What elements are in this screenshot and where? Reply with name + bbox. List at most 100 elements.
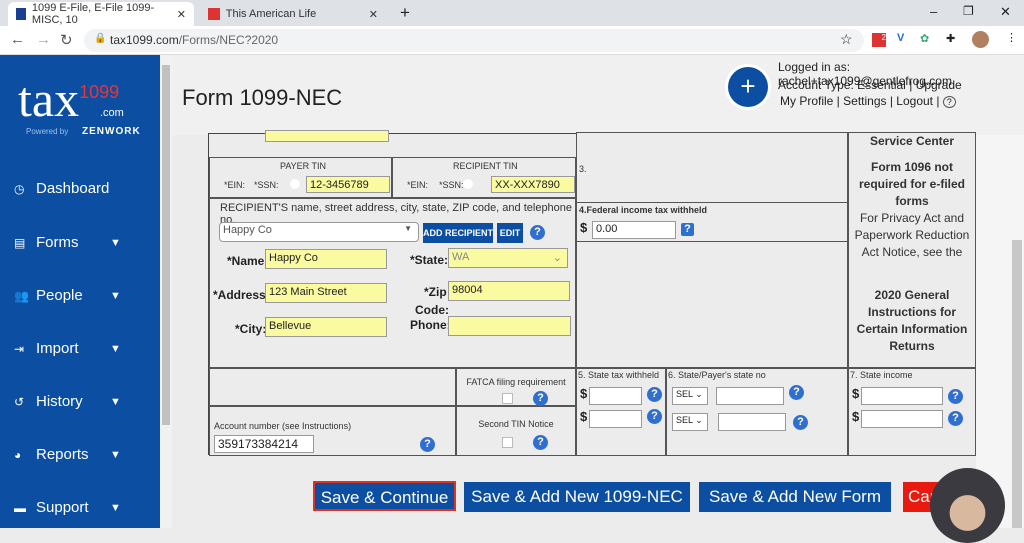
sidebar-item-support[interactable]: ▬ Support ▼ [14,499,144,516]
box-6-cell: 6. State/Payer's state no SEL ⌄ ? SEL ⌄ … [666,368,848,456]
tab-this-american-life[interactable]: This American Life ✕ [200,2,386,26]
recipient-select[interactable]: Happy Co ▼ [219,222,419,242]
menu-icon[interactable]: ⋮ [1006,31,1017,44]
import-icon: ⇥ [14,341,25,356]
reload-icon[interactable]: ↻ [60,31,73,49]
account-type-row: Account Type: Essential | Upgrade [778,78,962,92]
minimize-icon[interactable]: – [930,4,937,19]
state-tax-input-2[interactable] [589,410,642,428]
people-icon: 👥 [14,288,29,303]
help-icon[interactable]: ? [533,435,548,450]
forward-icon[interactable]: → [36,31,51,48]
fatca-cell: FATCA filing requirement ? [456,368,576,406]
chevron-down-icon: ▼ [110,448,121,461]
tab-tax1099[interactable]: 1099 E-File, E-File 1099-MISC, 10 ✕ [8,2,194,26]
close-window-icon[interactable]: ✕ [1000,4,1011,20]
fatca-checkbox[interactable] [502,393,513,404]
state-no-input-2[interactable] [718,413,786,431]
federal-tax-input[interactable]: 0.00 [592,221,676,239]
ssn-radio[interactable] [463,179,473,189]
state-select-1[interactable]: SEL ⌄ [672,387,708,405]
help-icon[interactable]: ? [793,415,808,430]
chevron-down-icon: ▼ [110,501,121,514]
help-icon[interactable]: ? [530,225,545,240]
help-icon[interactable]: ? [942,96,956,108]
partial-field[interactable] [265,130,389,142]
zenwork-brand: ZENWORK [82,126,141,137]
bookmark-star-icon[interactable]: ☆ [840,31,853,48]
my-profile-link[interactable]: My Profile [780,94,833,108]
recipient-tin-input[interactable]: XX-XXX7890 [491,176,575,193]
state-select[interactable]: WA ⌄ [448,248,568,268]
recipient-tin-cell: RECIPIENT TIN *EIN: *SSN: XX-XXX7890 [392,157,576,198]
state-income-input-2[interactable] [861,410,943,428]
back-icon[interactable]: ← [10,31,25,48]
state-select-2[interactable]: SEL ⌄ [672,413,708,431]
second-tin-checkbox[interactable] [502,437,513,448]
ssn-radio[interactable] [290,179,300,189]
reports-icon: ◕ [14,447,22,462]
webcam-overlay [930,468,1005,543]
sidebar-item-dashboard[interactable]: ◷ Dashboard [14,180,144,197]
sidebar-item-people[interactable]: 👥 People ▼ [14,287,144,304]
add-button[interactable]: + [728,67,768,107]
help-icon[interactable]: ? [647,409,662,424]
dashboard-icon: ◷ [14,181,25,196]
tab-label: 1099 E-File, E-File 1099-MISC, 10 [31,2,155,26]
extension-badge-icon[interactable]: 2 [872,33,886,47]
close-tab-icon[interactable]: ✕ [369,8,378,21]
box-3-cell: 3. [576,132,848,203]
logout-link[interactable]: Logout [896,94,933,108]
edit-recipient-button[interactable]: EDIT [497,223,523,243]
box-7-cell: 7. State income $ ? $ ? [848,368,976,456]
help-icon[interactable]: ? [681,223,694,236]
instructions-cell: Service Center Form 1096 not required fo… [848,132,976,368]
sidebar-item-forms[interactable]: ▤ Forms ▼ [14,234,144,251]
help-icon[interactable]: ? [420,437,435,452]
lock-icon: 🔒 [94,33,107,44]
help-icon[interactable]: ? [948,411,963,426]
help-icon[interactable]: ? [647,387,662,402]
restore-icon[interactable]: ❐ [963,4,974,18]
profile-avatar[interactable] [972,31,989,48]
state-tax-input-1[interactable] [589,387,642,405]
help-icon[interactable]: ? [948,389,963,404]
browser-tab-bar: 1099 E-File, E-File 1099-MISC, 10 ✕ This … [0,0,1024,26]
sidebar-item-import[interactable]: ⇥ Import ▼ [14,340,144,357]
box-4-cell: 4.Federal income tax withheld $ 0.00 ? [576,202,848,242]
second-tin-cell: Second TIN Notice ? [456,406,576,456]
new-tab-icon[interactable]: + [400,3,410,23]
user-links: My Profile | Settings | Logout | ? [780,94,956,108]
support-icon: ▬ [14,500,26,515]
sidebar-scrollbar[interactable] [160,55,172,528]
page-scrollbar[interactable] [1010,135,1024,528]
close-tab-icon[interactable]: ✕ [177,8,186,21]
state-no-input-1[interactable] [716,387,784,405]
save-add-new-1099-nec-button[interactable]: Save & Add New 1099-NEC [464,482,690,512]
settings-link[interactable]: Settings [843,94,886,108]
upgrade-link[interactable]: Upgrade [916,78,962,92]
payer-tin-input[interactable]: 12-3456789 [306,176,390,193]
forms-icon: ▤ [14,235,26,250]
help-icon[interactable]: ? [533,391,548,406]
add-recipient-button[interactable]: ADD RECIPIENT [423,223,493,243]
sidebar-item-history[interactable]: ↺ History ▼ [14,393,144,410]
address-input[interactable]: 123 Main Street [265,283,387,303]
name-input[interactable]: Happy Co [265,249,387,269]
save-continue-button[interactable]: Save & Continue [313,481,456,511]
state-income-input-1[interactable] [861,387,943,405]
url-input[interactable]: 🔒 tax1099.com/Forms/NEC?2020 [84,29,864,52]
sidebar-item-reports[interactable]: ◕ Reports ▼ [14,446,144,463]
chevron-down-icon: ▼ [110,395,121,408]
save-add-new-form-button[interactable]: Save & Add New Form [699,482,891,512]
zip-input[interactable]: 98004 [448,281,570,301]
city-input[interactable]: Bellevue [265,317,387,337]
help-icon[interactable]: ? [789,385,804,400]
account-number-input[interactable]: 359173384214 [214,435,314,453]
extensions-puzzle-icon[interactable]: ✚ [946,32,955,45]
tax1099-favicon-icon [16,8,26,20]
extension-v-icon[interactable]: V [897,32,904,44]
extension-icon[interactable]: ✿ [920,32,929,45]
phone-input[interactable] [448,316,571,336]
account-number-cell: Account number (see Instructions) 359173… [209,406,456,456]
